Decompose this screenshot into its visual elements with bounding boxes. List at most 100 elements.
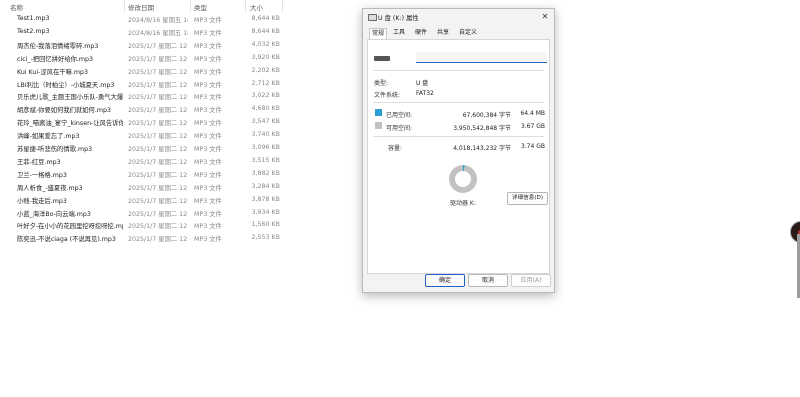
file-type: MP3 文件 bbox=[194, 158, 222, 166]
file-size: 3,096 KB bbox=[251, 144, 280, 151]
file-name: Test2.mp3 bbox=[17, 27, 50, 35]
usage-donut-chart bbox=[449, 165, 477, 193]
properties-dialog: U 盘 (K:) 属性 ✕ 常规 工具 硬件 共享 自定义 类型: U 盘 文件… bbox=[362, 8, 555, 293]
file-type: MP3 文件 bbox=[194, 184, 222, 192]
column-header-date[interactable]: 修改日期 bbox=[128, 2, 154, 12]
file-row[interactable]: 苏星捷-听悲伤的情歌.mp3 2025/1/7 星期二 12:31 MP3 文件 3,… bbox=[0, 142, 360, 155]
file-type: MP3 文件 bbox=[194, 107, 222, 115]
apply-button[interactable]: 应用(A) bbox=[511, 274, 551, 287]
file-row[interactable]: 小贱-我走后.mp3 2025/1/7 星期二 12:31 MP3 文件 3,878 … bbox=[0, 194, 360, 207]
tab-hardware[interactable]: 硬件 bbox=[413, 28, 429, 38]
file-name: 花玲_喵酱油_宴宁_kinsen-让风告诉你.m... bbox=[17, 120, 123, 128]
file-row[interactable]: LBI利比（时柏尘）-小城夏天.mp3 2025/1/7 星期二 12:30 MP3… bbox=[0, 78, 360, 91]
file-date: 2025/1/7 星期二 12:30 bbox=[128, 210, 188, 218]
file-name: Kui Kui-涩风在干嘛.mp3 bbox=[17, 68, 89, 76]
tab-sharing[interactable]: 共享 bbox=[435, 28, 451, 38]
file-row[interactable]: 周人析食_-盛夏夜.mp3 2025/1/7 星期二 12:30 MP3 文件 3,2… bbox=[0, 181, 360, 194]
column-divider[interactable] bbox=[124, 0, 125, 12]
free-space-label: 可用空间: bbox=[386, 125, 413, 132]
file-size: 3,284 KB bbox=[251, 182, 280, 190]
used-space-size: 64.4 MB bbox=[520, 110, 545, 117]
file-row[interactable]: 贝乐虎儿歌_主题王国小乐队-勇气大爆发... 2025/1/7 星期二 12:31… bbox=[0, 90, 360, 103]
column-header-name[interactable]: 名称 bbox=[10, 2, 23, 12]
column-divider[interactable] bbox=[190, 0, 191, 12]
cancel-button[interactable]: 取消 bbox=[468, 274, 508, 287]
file-date: 2024/8/16 星期五 18... bbox=[128, 29, 188, 37]
used-space-label: 已用空间: bbox=[386, 112, 413, 119]
file-type: MP3 文件 bbox=[194, 223, 222, 231]
file-row[interactable]: Kui Kui-涩风在干嘛.mp3 2025/1/7 星期二 12:31 MP3 文… bbox=[0, 65, 360, 78]
file-row[interactable]: 洪峰-如果爱忘了.mp3 2025/1/7 星期二 12:31 MP3 文件 3,74… bbox=[0, 129, 360, 142]
file-name: cici_-把回忆拼好给你.mp3 bbox=[17, 55, 94, 63]
volume-name-input[interactable] bbox=[416, 52, 547, 63]
capacity-label: 容量: bbox=[388, 145, 403, 152]
file-type: MP3 文件 bbox=[194, 236, 222, 244]
file-size: 3,920 KB bbox=[251, 53, 280, 61]
file-list-header: 名称 修改日期 类型 大小 bbox=[0, 0, 360, 13]
file-date: 2025/1/7 星期二 12:31 bbox=[128, 120, 188, 128]
column-header-size[interactable]: 大小 bbox=[250, 2, 263, 12]
divider bbox=[373, 70, 544, 71]
file-date: 2025/1/7 星期二 12:31 bbox=[128, 94, 188, 102]
used-space-bytes: 67,600,384 字节 bbox=[462, 112, 511, 119]
file-size: 8,644 KB bbox=[251, 27, 280, 35]
file-date: 2025/1/7 星期二 12:31 bbox=[128, 171, 188, 179]
file-type: MP3 文件 bbox=[194, 17, 222, 24]
capacity-size: 3.74 GB bbox=[520, 143, 545, 150]
file-row[interactable]: cici_-把回忆拼好给你.mp3 2025/1/7 星期二 12:31 MP3 文… bbox=[0, 52, 360, 65]
file-name: 小蓝_海洋Bo-向云端.mp3 bbox=[17, 210, 91, 218]
file-size: 1,560 KB bbox=[251, 221, 280, 229]
file-date: 2025/1/7 星期二 12:31 bbox=[128, 68, 188, 76]
filesystem-label: 文件系统: bbox=[374, 92, 401, 99]
file-date: 2025/1/7 星期二 12:31 bbox=[128, 55, 188, 63]
file-name: 小贱-我走后.mp3 bbox=[17, 197, 67, 205]
file-size: 3,740 KB bbox=[251, 131, 280, 139]
file-row[interactable]: 叶好夕-在小小的花园里挖呀挖呀挖.mp3 2025/1/7 星期二 12:31 MP… bbox=[0, 219, 360, 232]
column-header-type[interactable]: 类型 bbox=[194, 2, 207, 12]
file-row[interactable]: 胡彦斌-你要如何我们就如何.mp3 2025/1/7 星期二 12:31 MP3 文… bbox=[0, 103, 360, 116]
tab-tools[interactable]: 工具 bbox=[391, 28, 407, 38]
file-row[interactable]: 花玲_喵酱油_宴宁_kinsen-让风告诉你.m... 2025/1/7 星期二 … bbox=[0, 116, 360, 129]
file-date: 2025/1/7 星期二 12:31 bbox=[128, 133, 188, 141]
tab-general[interactable]: 常规 bbox=[369, 28, 388, 39]
file-row[interactable]: 卫兰-一格格.mp3 2025/1/7 星期二 12:31 MP3 文件 3,882 … bbox=[0, 168, 360, 181]
general-panel: 类型: U 盘 文件系统: FAT32 已用空间: 67,600,384 字节 … bbox=[367, 39, 550, 274]
type-value: U 盘 bbox=[416, 80, 429, 87]
file-row[interactable]: 小蓝_海洋Bo-向云端.mp3 2025/1/7 星期二 12:30 MP3 文件 3… bbox=[0, 207, 360, 220]
file-row[interactable]: Test1.mp3 2024/8/16 星期五 18... MP3 文件 8,644 … bbox=[0, 13, 360, 26]
column-divider[interactable] bbox=[282, 0, 283, 12]
file-size: 3,547 KB bbox=[251, 118, 280, 126]
file-size: 3,515 KB bbox=[251, 156, 280, 164]
file-date: 2025/1/7 星期二 12:31 bbox=[128, 223, 188, 231]
file-name: 周杰伦-我落泪情绪零碎.mp3 bbox=[17, 42, 99, 50]
file-row[interactable]: 周杰伦-我落泪情绪零碎.mp3 2025/1/7 星期二 12:31 MP3 文件 4… bbox=[0, 39, 360, 52]
file-row[interactable]: Test2.mp3 2024/8/16 星期五 18... MP3 文件 8,644 … bbox=[0, 26, 360, 39]
file-date: 2025/1/7 星期二 12:30 bbox=[128, 184, 188, 192]
close-button[interactable]: ✕ bbox=[540, 11, 550, 22]
file-type: MP3 文件 bbox=[194, 94, 222, 102]
donut-hole bbox=[455, 171, 471, 187]
used-space-swatch bbox=[375, 109, 382, 116]
details-button[interactable]: 详细信息(D) bbox=[507, 192, 548, 205]
file-date: 2025/1/7 星期二 12:31 bbox=[128, 197, 188, 205]
dialog-title: U 盘 (K:) 属性 bbox=[378, 15, 419, 22]
file-size: 3,022 KB bbox=[251, 92, 280, 100]
file-row[interactable]: 陈奕迅-不说ciaga (不说再见).mp3 2025/1/7 星期二 12:31… bbox=[0, 232, 360, 245]
type-label: 类型: bbox=[374, 80, 389, 87]
ok-button[interactable]: 确定 bbox=[425, 274, 465, 287]
file-date: 2024/8/16 星期五 18... bbox=[128, 17, 188, 24]
file-date: 2025/1/7 星期二 12:30 bbox=[128, 81, 188, 89]
file-row[interactable]: 王菲-红豆.mp3 2025/1/7 星期二 12:31 MP3 文件 3,515 K… bbox=[0, 155, 360, 168]
file-name: Test1.mp3 bbox=[17, 15, 50, 22]
free-space-swatch bbox=[375, 122, 382, 129]
tab-customize[interactable]: 自定义 bbox=[457, 28, 479, 38]
file-name: 陈奕迅-不说ciaga (不说再见).mp3 bbox=[17, 236, 116, 244]
usb-drive-icon bbox=[374, 56, 390, 61]
file-type: MP3 文件 bbox=[194, 197, 222, 205]
dialog-titlebar[interactable]: U 盘 (K:) 属性 ✕ bbox=[363, 9, 554, 25]
file-type: MP3 文件 bbox=[194, 29, 222, 37]
file-name: 周人析食_-盛夏夜.mp3 bbox=[17, 184, 83, 192]
file-type: MP3 文件 bbox=[194, 133, 222, 141]
file-type: MP3 文件 bbox=[194, 68, 222, 76]
column-divider[interactable] bbox=[245, 0, 246, 12]
